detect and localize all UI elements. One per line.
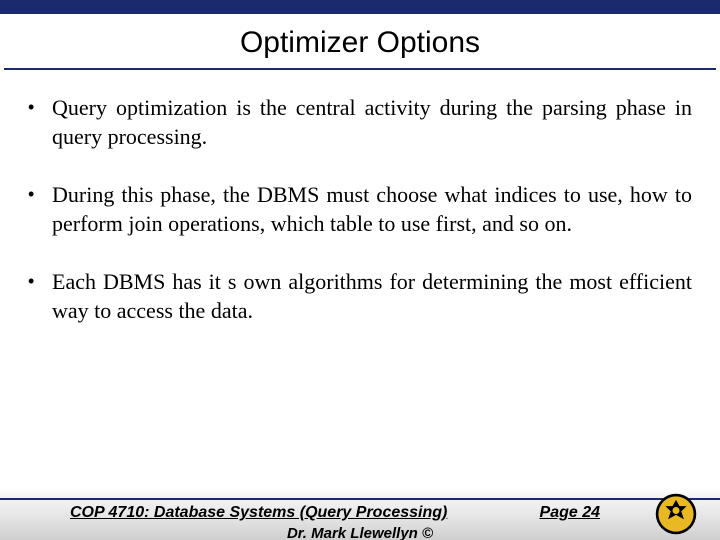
slide: Optimizer Options • Query optimization i… bbox=[0, 0, 720, 540]
footer-divider bbox=[0, 488, 720, 498]
bullet-dot-icon: • bbox=[28, 94, 52, 151]
footer-course: COP 4710: Database Systems (Query Proces… bbox=[70, 504, 447, 522]
bullet-item: • Each DBMS has it s own algorithms for … bbox=[28, 268, 692, 325]
university-logo-icon bbox=[654, 492, 698, 536]
bullet-dot-icon: • bbox=[28, 268, 52, 325]
bullet-item: • Query optimization is the central acti… bbox=[28, 94, 692, 151]
footer-author: Dr. Mark Llewellyn © bbox=[0, 525, 720, 540]
bullet-text: Query optimization is the central activi… bbox=[52, 94, 692, 151]
bullet-text: During this phase, the DBMS must choose … bbox=[52, 181, 692, 238]
slide-title: Optimizer Options bbox=[4, 14, 716, 70]
slide-footer: COP 4710: Database Systems (Query Proces… bbox=[0, 488, 720, 540]
slide-content: • Query optimization is the central acti… bbox=[0, 70, 720, 540]
footer-page-number: Page 24 bbox=[540, 504, 600, 522]
bullet-text: Each DBMS has it s own algorithms for de… bbox=[52, 268, 692, 325]
bullet-item: • During this phase, the DBMS must choos… bbox=[28, 181, 692, 238]
bullet-dot-icon: • bbox=[28, 181, 52, 238]
